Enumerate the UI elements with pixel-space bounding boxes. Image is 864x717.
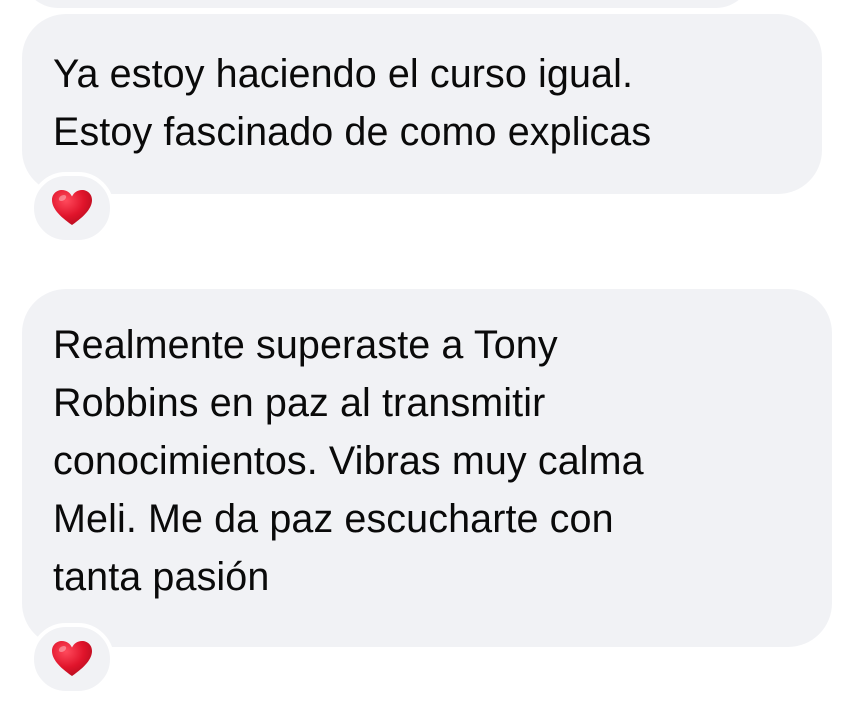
message-bubble[interactable]: Ya estoy haciendo el curso igual. Estoy … (22, 14, 822, 194)
message-text-line: tanta pasión (53, 555, 270, 599)
message-bubble[interactable]: Realmente superaste a Tony Robbins en pa… (22, 289, 832, 647)
previous-message-bubble[interactable] (22, 0, 752, 8)
message-text-line: Meli. Me da paz escucharte con (53, 497, 614, 541)
message-text-line: Robbins en paz al transmitir (53, 381, 546, 425)
message-text-line: Realmente superaste a Tony (53, 323, 558, 367)
reaction-badge[interactable] (30, 172, 114, 244)
message-text-line: conocimientos. Vibras muy calma (53, 439, 644, 483)
heart-icon (52, 641, 92, 676)
heart-icon (52, 190, 92, 225)
message-text-line: Estoy fascinado de como explicas (53, 110, 652, 154)
reaction-badge[interactable] (30, 623, 114, 695)
message-text-line: Ya estoy haciendo el curso igual. (53, 52, 634, 96)
